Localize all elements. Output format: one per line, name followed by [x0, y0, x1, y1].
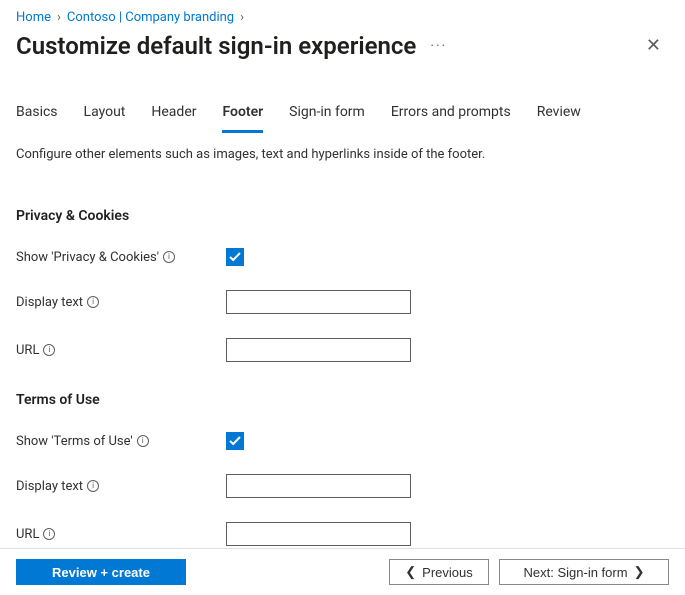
- row-show-terms: Show 'Terms of Use' i: [0, 432, 685, 450]
- tab-review[interactable]: Review: [537, 98, 581, 133]
- tab-header[interactable]: Header: [151, 98, 196, 133]
- tab-layout[interactable]: Layout: [84, 98, 126, 133]
- label-terms-display-text: Display text: [16, 479, 83, 494]
- section-heading-privacy: Privacy & Cookies: [0, 208, 685, 224]
- tab-basics[interactable]: Basics: [16, 98, 58, 133]
- chevron-right-icon: ›: [240, 10, 244, 25]
- next-button-label: Next: Sign-in form: [524, 565, 628, 580]
- tab-footer[interactable]: Footer: [222, 98, 263, 133]
- row-privacy-url: URL i: [0, 338, 685, 362]
- breadcrumb-home[interactable]: Home: [16, 10, 51, 25]
- checkbox-show-terms[interactable]: [226, 432, 244, 450]
- tab-description: Configure other elements such as images,…: [0, 133, 685, 162]
- previous-button-label: Previous: [422, 565, 473, 580]
- chevron-right-icon: ›: [57, 10, 61, 25]
- info-icon[interactable]: i: [137, 435, 149, 447]
- review-create-button[interactable]: Review + create: [16, 559, 186, 585]
- info-icon[interactable]: i: [163, 251, 175, 263]
- section-heading-terms: Terms of Use: [0, 392, 685, 408]
- page-header: Customize default sign-in experience ···…: [0, 25, 685, 82]
- row-privacy-display-text: Display text i: [0, 290, 685, 314]
- label-terms-url: URL: [16, 527, 39, 542]
- more-actions-button[interactable]: ···: [430, 38, 447, 54]
- tab-errors-prompts[interactable]: Errors and prompts: [391, 98, 511, 133]
- input-privacy-url[interactable]: [226, 338, 411, 362]
- close-button[interactable]: ✕: [638, 31, 669, 60]
- footer-bar: Review + create ❮ Previous Next: Sign-in…: [0, 548, 685, 595]
- input-privacy-display-text[interactable]: [226, 290, 411, 314]
- label-privacy-url: URL: [16, 343, 39, 358]
- info-icon[interactable]: i: [87, 480, 99, 492]
- tabs: Basics Layout Header Footer Sign-in form…: [0, 98, 685, 133]
- info-icon[interactable]: i: [87, 296, 99, 308]
- tab-signin-form[interactable]: Sign-in form: [289, 98, 365, 133]
- next-button[interactable]: Next: Sign-in form ❯: [499, 559, 669, 585]
- input-terms-display-text[interactable]: [226, 474, 411, 498]
- chevron-left-icon: ❮: [405, 564, 416, 580]
- breadcrumb: Home › Contoso | Company branding ›: [0, 0, 685, 25]
- checkbox-show-privacy[interactable]: [226, 248, 244, 266]
- breadcrumb-contoso[interactable]: Contoso | Company branding: [67, 10, 234, 25]
- label-privacy-display-text: Display text: [16, 295, 83, 310]
- previous-button[interactable]: ❮ Previous: [389, 559, 489, 585]
- row-terms-display-text: Display text i: [0, 474, 685, 498]
- chevron-right-icon: ❯: [634, 564, 645, 580]
- input-terms-url[interactable]: [226, 522, 411, 546]
- row-terms-url: URL i: [0, 522, 685, 546]
- info-icon[interactable]: i: [43, 344, 55, 356]
- row-show-privacy: Show 'Privacy & Cookies' i: [0, 248, 685, 266]
- page-title: Customize default sign-in experience: [16, 32, 416, 60]
- label-show-privacy: Show 'Privacy & Cookies': [16, 250, 159, 265]
- info-icon[interactable]: i: [43, 528, 55, 540]
- label-show-terms: Show 'Terms of Use': [16, 434, 133, 449]
